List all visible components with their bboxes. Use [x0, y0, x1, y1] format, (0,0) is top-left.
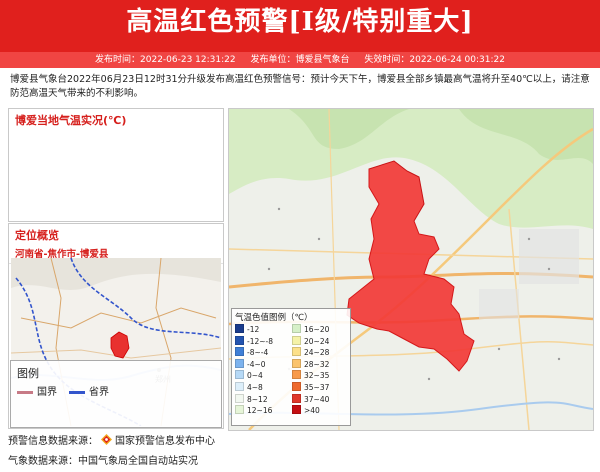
- location-overview-title: 定位概览: [15, 229, 59, 242]
- color-swatch: [292, 324, 301, 333]
- location-legend-title: 图例: [17, 367, 39, 380]
- warning-description: 博爱县气象台2022年06月23日12时31分升级发布高温红色预警信号：预计今天…: [10, 74, 590, 99]
- color-legend-label: >40: [304, 406, 320, 416]
- warning-source-label: 预警信息数据来源：: [8, 436, 98, 447]
- color-legend-label: 4~8: [247, 382, 263, 392]
- warning-source-org[interactable]: 国家预警信息发布中心: [115, 436, 215, 447]
- color-swatch: [235, 358, 244, 368]
- warning-header: 高温红色预警[I级/特别重大]: [0, 0, 600, 52]
- color-legend-label: -12~-8: [247, 336, 274, 346]
- local-temperature-panel: 博爱当地气温实况(℃): [8, 108, 224, 222]
- color-legend-item: 28~32: [292, 358, 347, 370]
- color-legend-label: 8~12: [247, 394, 268, 404]
- location-legend: 图例 国界 省界: [10, 360, 222, 428]
- color-legend-label: 35~37: [304, 382, 330, 392]
- color-swatch: [235, 381, 244, 391]
- color-legend-item: -4~0: [235, 358, 290, 370]
- warning-center-logo-icon: [101, 434, 112, 445]
- color-swatch: [235, 370, 244, 380]
- data-sources: 预警信息数据来源： 国家预警信息发布中心 气象数据来源：中国气象局全国自动站实况: [8, 432, 215, 472]
- color-legend-label: 37~40: [304, 394, 330, 404]
- color-legend-item: 12~16: [235, 405, 290, 416]
- color-legend-title: 气温色值图例（℃）: [235, 313, 313, 323]
- color-swatch: [292, 405, 301, 415]
- color-legend-label: 16~20: [304, 325, 330, 334]
- color-legend-item: 16~20: [292, 324, 347, 335]
- color-swatch: [235, 405, 244, 415]
- color-swatch: [235, 324, 244, 333]
- color-legend-item: 0~4: [235, 370, 290, 381]
- local-temperature-title: 博爱当地气温实况(℃): [15, 114, 127, 127]
- color-legend-label: 12~16: [247, 406, 273, 416]
- color-legend-label: 32~35: [304, 371, 330, 381]
- temperature-color-legend: 气温色值图例（℃） -12 16~20 -12~-8 20~24 -8~-4 24~28-…: [231, 308, 351, 426]
- color-legend-item: -12~-8: [235, 335, 290, 347]
- color-swatch: [292, 381, 301, 391]
- publish-time: 发布时间：2022-06-23 12:31:22: [95, 55, 236, 65]
- color-legend-label: -12: [247, 325, 260, 334]
- color-swatch: [292, 370, 301, 380]
- color-legend-item: 20~24: [292, 335, 347, 347]
- color-swatch: [292, 393, 301, 403]
- color-swatch: [235, 335, 244, 345]
- color-legend-label: 20~24: [304, 336, 330, 346]
- expire-time: 失效时间：2022-06-24 00:31:22: [364, 55, 505, 65]
- color-legend-item: 4~8: [235, 381, 290, 393]
- provincial-border-swatch: [69, 390, 85, 394]
- color-legend-item: >40: [292, 405, 347, 416]
- color-swatch: [292, 335, 301, 345]
- color-legend-label: 28~32: [304, 359, 330, 369]
- color-legend-item: -12: [235, 324, 290, 335]
- warning-meta-bar: 发布时间：2022-06-23 12:31:22 发布单位：博爱县气象台 失效时…: [0, 52, 600, 68]
- national-border-label: 国界: [37, 387, 57, 398]
- color-legend-item: 32~35: [292, 370, 347, 381]
- color-legend-item: -8~-4: [235, 347, 290, 358]
- color-legend-item: 35~37: [292, 381, 347, 393]
- warning-title: 高温红色预警[I级/特别重大]: [126, 7, 474, 37]
- warning-source: 预警信息数据来源： 国家预警信息发布中心: [8, 432, 215, 452]
- color-swatch: [235, 347, 244, 357]
- color-legend-item: 37~40: [292, 393, 347, 405]
- color-swatch: [235, 393, 244, 403]
- location-overview-panel: 定位概览 河南省-焦作市-博爱县 郑州 图例 国界省界: [8, 223, 224, 429]
- color-legend-label: 0~4: [247, 371, 263, 381]
- color-legend-label: -4~0: [247, 359, 266, 369]
- color-legend-label: -8~-4: [247, 348, 269, 358]
- color-legend-item: 8~12: [235, 393, 290, 405]
- location-legend-row: 国界 省界: [11, 382, 221, 398]
- national-border-swatch: [17, 390, 33, 394]
- color-legend-item: 24~28: [292, 347, 347, 358]
- color-swatch: [292, 347, 301, 357]
- provincial-border-label: 省界: [89, 387, 109, 398]
- color-legend-label: 24~28: [304, 348, 330, 358]
- color-legend-grid: -12 16~20 -12~-8 20~24 -8~-4 24~28 -4~0 28~32 0~…: [235, 324, 347, 416]
- weather-source: 气象数据来源：中国气象局全国自动站实况: [8, 456, 198, 467]
- issuer: 发布单位：博爱县气象台: [250, 55, 350, 65]
- color-swatch: [292, 358, 301, 368]
